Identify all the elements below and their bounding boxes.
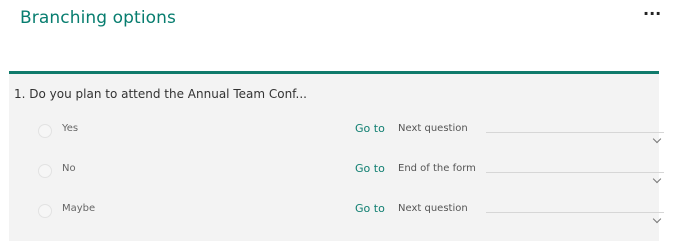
- page-title: Branching options: [20, 8, 176, 28]
- chevron-down-icon[interactable]: [652, 214, 662, 224]
- option-label: Maybe: [62, 203, 96, 214]
- goto-label: Go to: [355, 202, 385, 215]
- destination-dropdown[interactable]: End of the form: [398, 157, 664, 185]
- question-title: 1. Do you plan to attend the Annual Team…: [14, 87, 307, 101]
- destination-value: Next question: [398, 203, 468, 214]
- more-options-icon[interactable]: ···: [643, 4, 661, 23]
- radio-button[interactable]: [38, 204, 52, 218]
- radio-button[interactable]: [38, 164, 52, 178]
- destination-value: Next question: [398, 123, 468, 134]
- radio-button[interactable]: [38, 124, 52, 138]
- option-label: Yes: [62, 123, 79, 134]
- goto-label: Go to: [355, 122, 385, 135]
- goto-label: Go to: [355, 162, 385, 175]
- option-row-maybe: Maybe Go to Next question: [0, 197, 674, 225]
- chevron-down-icon[interactable]: [652, 174, 662, 184]
- option-row-no: No Go to End of the form: [0, 157, 674, 185]
- dropdown-underline: [486, 172, 664, 173]
- form-header: Branching options ···: [0, 0, 674, 72]
- chevron-down-icon[interactable]: [652, 134, 662, 144]
- option-label: No: [62, 163, 76, 174]
- destination-dropdown[interactable]: Next question: [398, 117, 664, 145]
- dropdown-underline: [486, 212, 664, 213]
- dropdown-underline: [486, 132, 664, 133]
- option-row-yes: Yes Go to Next question: [0, 117, 674, 145]
- destination-dropdown[interactable]: Next question: [398, 197, 664, 225]
- destination-value: End of the form: [398, 163, 476, 174]
